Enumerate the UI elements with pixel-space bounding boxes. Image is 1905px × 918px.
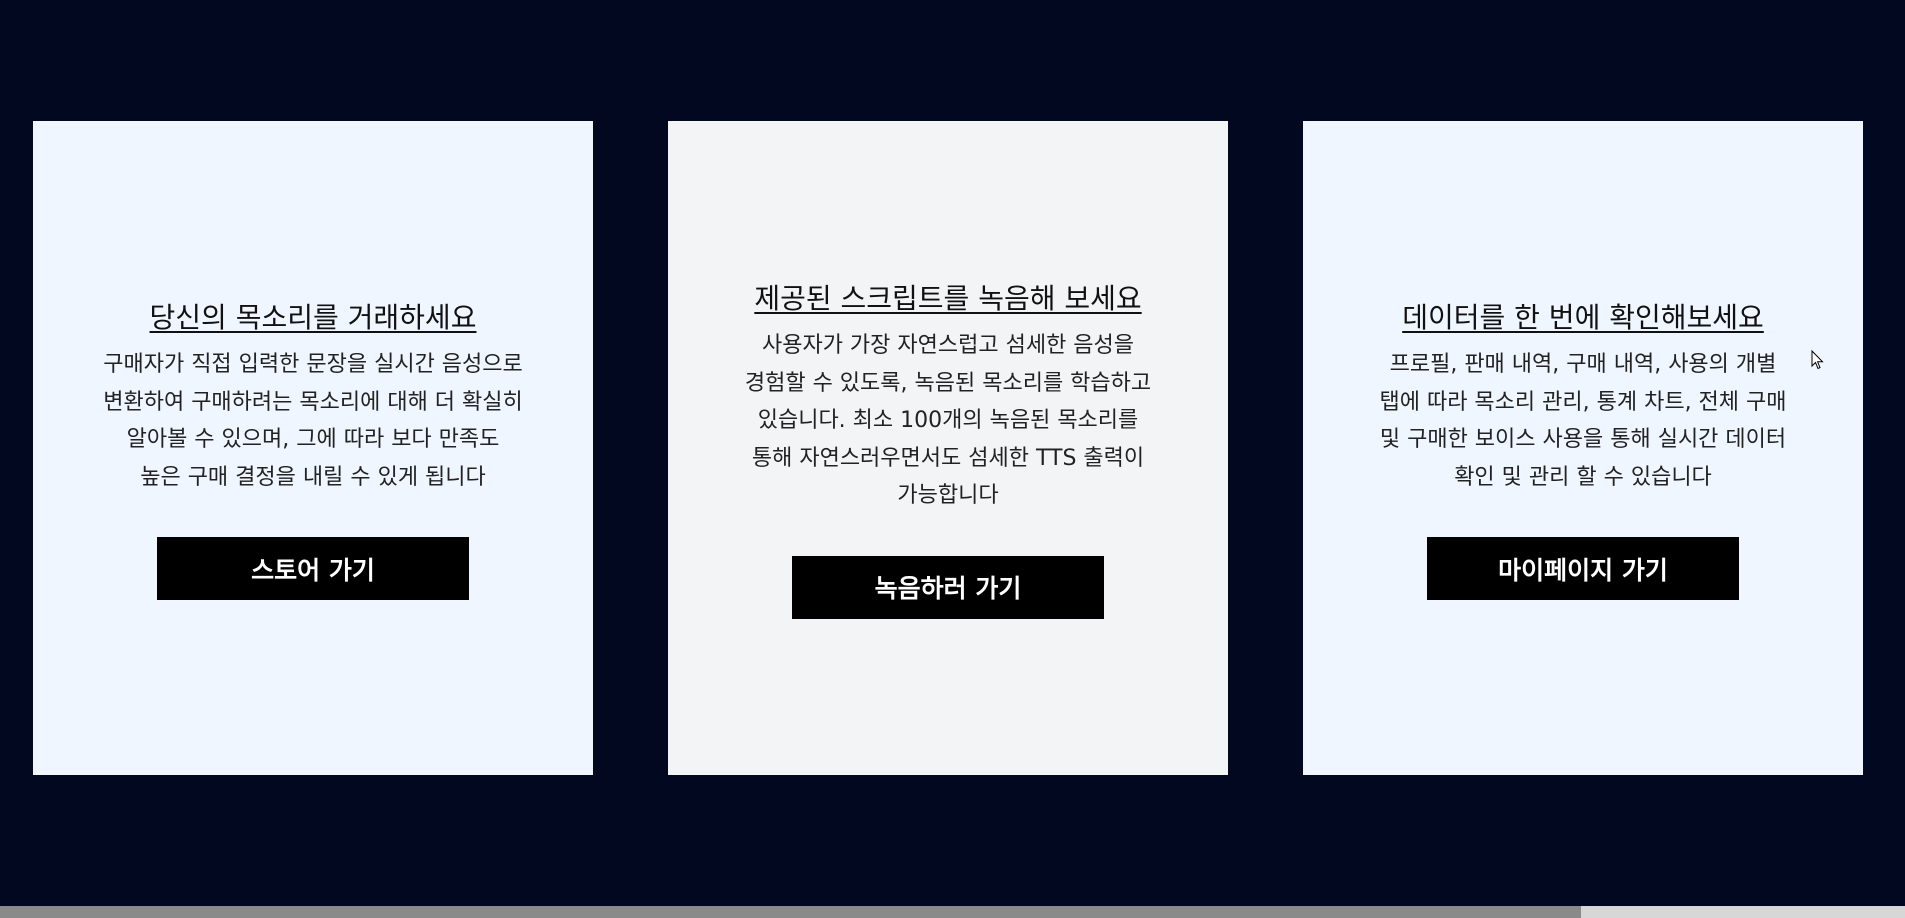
horizontal-scrollbar-thumb[interactable] (0, 906, 1582, 918)
feature-card-recording: 제공된 스크립트를 녹음해 보세요 사용자가 가장 자연스럽고 섬세한 음성을 … (668, 121, 1228, 775)
card-title: 당신의 목소리를 거래하세요 (149, 301, 477, 334)
card-description: 프로필, 판매 내역, 구매 내역, 사용의 개별 탭에 따라 목소리 관리, … (1379, 352, 1787, 490)
go-to-mypage-button[interactable]: 마이페이지 가기 (1427, 537, 1739, 600)
feature-card-mypage: 데이터를 한 번에 확인해보세요 프로필, 판매 내역, 구매 내역, 사용의 … (1303, 121, 1863, 775)
go-to-recording-button[interactable]: 녹음하러 가기 (792, 555, 1104, 619)
mouse-pointer-icon (1811, 350, 1824, 370)
right-gutter (1895, 0, 1905, 900)
card-description: 구매자가 직접 입력한 문장을 실시간 음성으로 변환하여 구매하려는 목소리에… (103, 352, 523, 490)
horizontal-scrollbar[interactable] (0, 906, 1905, 918)
go-to-store-button[interactable]: 스토어 가기 (157, 537, 469, 600)
card-title: 데이터를 한 번에 확인해보세요 (1402, 301, 1764, 334)
card-title: 제공된 스크립트를 녹음해 보세요 (754, 282, 1142, 316)
card-description: 사용자가 가장 자연스럽고 섬세한 음성을 경험할 수 있도록, 녹음된 목소리… (744, 333, 1152, 509)
features-section: 당신의 목소리를 거래하세요 구매자가 직접 입력한 문장을 실시간 음성으로 … (0, 0, 1905, 918)
feature-card-store: 당신의 목소리를 거래하세요 구매자가 직접 입력한 문장을 실시간 음성으로 … (33, 121, 593, 775)
